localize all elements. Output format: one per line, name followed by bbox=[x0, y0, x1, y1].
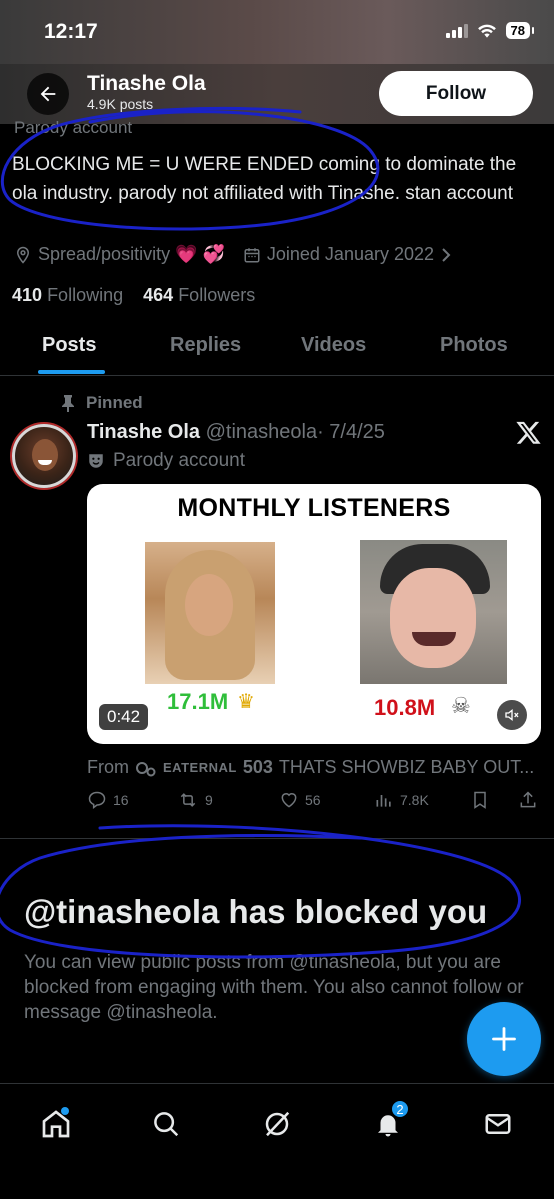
header-name: Tinashe Ola bbox=[87, 72, 206, 95]
compose-button[interactable] bbox=[467, 1002, 541, 1076]
media-stat-right: 10.8M bbox=[374, 695, 436, 720]
following-count: 410 bbox=[12, 285, 43, 305]
joined-text: Joined January 2022 bbox=[266, 244, 435, 264]
reply-icon bbox=[88, 791, 106, 809]
source-logo-icon bbox=[136, 761, 156, 776]
repost-count: 9 bbox=[205, 792, 213, 808]
wifi-icon bbox=[477, 24, 496, 38]
battery-indicator: 78 bbox=[505, 22, 535, 39]
parody-label: Parody account bbox=[14, 118, 133, 137]
blocked-title: @tinasheola has blocked you bbox=[24, 893, 488, 930]
nav-search[interactable] bbox=[146, 1104, 186, 1144]
following-link[interactable]: 410 Following bbox=[12, 285, 123, 305]
views-button[interactable]: 7.8K bbox=[374, 790, 429, 810]
like-button[interactable]: 56 bbox=[279, 790, 321, 810]
mail-icon bbox=[485, 1114, 511, 1134]
pinned-indicator: Pinned bbox=[60, 393, 143, 413]
repost-icon bbox=[180, 793, 196, 807]
location-text: Spread/positivity 💗 💞 bbox=[38, 244, 225, 264]
followers-link[interactable]: 464 Followers bbox=[143, 285, 255, 305]
reply-count: 16 bbox=[113, 792, 129, 808]
followers-count: 464 bbox=[143, 285, 174, 305]
plus-icon bbox=[492, 1027, 516, 1051]
blocked-body: You can view public posts from @tinasheo… bbox=[24, 952, 524, 1023]
reply-button[interactable]: 16 bbox=[87, 790, 129, 810]
from-text: THATS SHOWBIZ BABY OUT... bbox=[278, 757, 535, 777]
location-item: Spread/positivity 💗 💞 bbox=[14, 244, 225, 265]
nav-messages[interactable] bbox=[478, 1104, 518, 1144]
post-actions: 16 9 56 7.8K bbox=[87, 790, 542, 814]
video-duration: 0:42 bbox=[99, 704, 149, 730]
location-pin-icon bbox=[16, 246, 30, 264]
profile-bio: BLOCKING ME = U WERE ENDED coming to dom… bbox=[12, 154, 517, 204]
arrow-left-icon bbox=[40, 86, 56, 102]
followers-label: Followers bbox=[178, 285, 256, 305]
bookmark-icon bbox=[474, 791, 486, 809]
tab-photos[interactable]: Photos bbox=[440, 334, 508, 357]
share-button[interactable] bbox=[518, 790, 538, 810]
status-icons: 78 bbox=[445, 22, 535, 39]
bottom-nav: 2 bbox=[0, 1084, 554, 1199]
follow-button[interactable]: Follow bbox=[379, 71, 533, 116]
post-author-name[interactable]: Tinashe Ola bbox=[87, 421, 200, 443]
theater-masks-icon bbox=[89, 454, 103, 468]
post-author-line: Tinashe Ola @tinasheola· 7/4/25 bbox=[87, 421, 385, 444]
photo-left bbox=[145, 542, 275, 684]
status-bar: 12:17 78 bbox=[0, 0, 554, 64]
mute-button[interactable] bbox=[497, 700, 527, 730]
tab-posts[interactable]: Posts bbox=[42, 334, 96, 357]
tab-replies[interactable]: Replies bbox=[170, 334, 241, 357]
section-divider bbox=[0, 838, 554, 839]
profile-meta: Spread/positivity 💗 💞 Joined January 202… bbox=[14, 244, 470, 265]
heart-icon bbox=[281, 793, 297, 808]
like-count: 56 bbox=[305, 792, 321, 808]
video-media[interactable]: MONTHLY LISTENERS 17.1M ♛ 10.8M ☠ 0:42 bbox=[87, 484, 541, 744]
skull-icon: ☠ bbox=[451, 693, 471, 718]
nav-notifications[interactable]: 2 bbox=[368, 1099, 410, 1144]
profile-tabs: Posts Replies Videos Photos bbox=[0, 326, 554, 376]
follow-counts: 410 Following 464 Followers bbox=[12, 285, 255, 306]
signal-icon bbox=[445, 23, 468, 38]
repost-button[interactable]: 9 bbox=[177, 790, 213, 810]
following-label: Following bbox=[47, 285, 124, 305]
video-source-row[interactable]: From EATERNAL 503 THATS SHOWBIZ BABY OUT… bbox=[87, 757, 534, 778]
avatar[interactable] bbox=[12, 424, 76, 488]
status-time: 12:17 bbox=[44, 20, 98, 43]
nav-home[interactable] bbox=[36, 1104, 76, 1144]
views-chart-icon bbox=[376, 795, 391, 807]
crown-icon: ♛ bbox=[237, 691, 255, 713]
profile-header: Tinashe Ola 4.9K posts Follow bbox=[0, 64, 554, 124]
pinned-label: Pinned bbox=[86, 393, 143, 412]
nav-grok[interactable] bbox=[257, 1104, 297, 1144]
share-icon bbox=[520, 791, 536, 808]
media-stat-left: 17.1M bbox=[167, 689, 229, 714]
media-title: MONTHLY LISTENERS bbox=[177, 494, 451, 522]
tab-videos[interactable]: Videos bbox=[301, 334, 366, 357]
from-number: 503 bbox=[242, 757, 273, 777]
post-tag-text: Parody account bbox=[113, 450, 246, 471]
pin-icon bbox=[62, 395, 74, 412]
home-notification-dot bbox=[61, 1107, 69, 1115]
active-tab-indicator bbox=[38, 370, 105, 374]
calendar-icon bbox=[244, 247, 260, 262]
chevron-right-icon bbox=[442, 247, 451, 262]
post-parody-tag: Parody account bbox=[87, 450, 245, 472]
header-post-count: 4.9K posts bbox=[87, 96, 154, 112]
speaker-muted-icon bbox=[505, 708, 519, 722]
bookmark-button[interactable] bbox=[471, 790, 489, 810]
from-source: EATERNAL bbox=[163, 760, 237, 775]
grok-icon bbox=[265, 1111, 290, 1137]
joined-item[interactable]: Joined January 2022 bbox=[243, 244, 452, 265]
ink-circle-blocked bbox=[0, 824, 522, 959]
from-prefix: From bbox=[87, 757, 129, 777]
search-icon bbox=[154, 1112, 179, 1137]
notifications-badge: 2 bbox=[390, 1099, 410, 1119]
post-date: · 7/4/25 bbox=[317, 421, 385, 443]
post-author-handle[interactable]: @tinasheola bbox=[206, 421, 317, 443]
views-count: 7.8K bbox=[400, 792, 429, 808]
x-logo-icon[interactable] bbox=[515, 419, 542, 446]
back-button[interactable] bbox=[27, 73, 69, 115]
photo-right bbox=[360, 540, 507, 684]
